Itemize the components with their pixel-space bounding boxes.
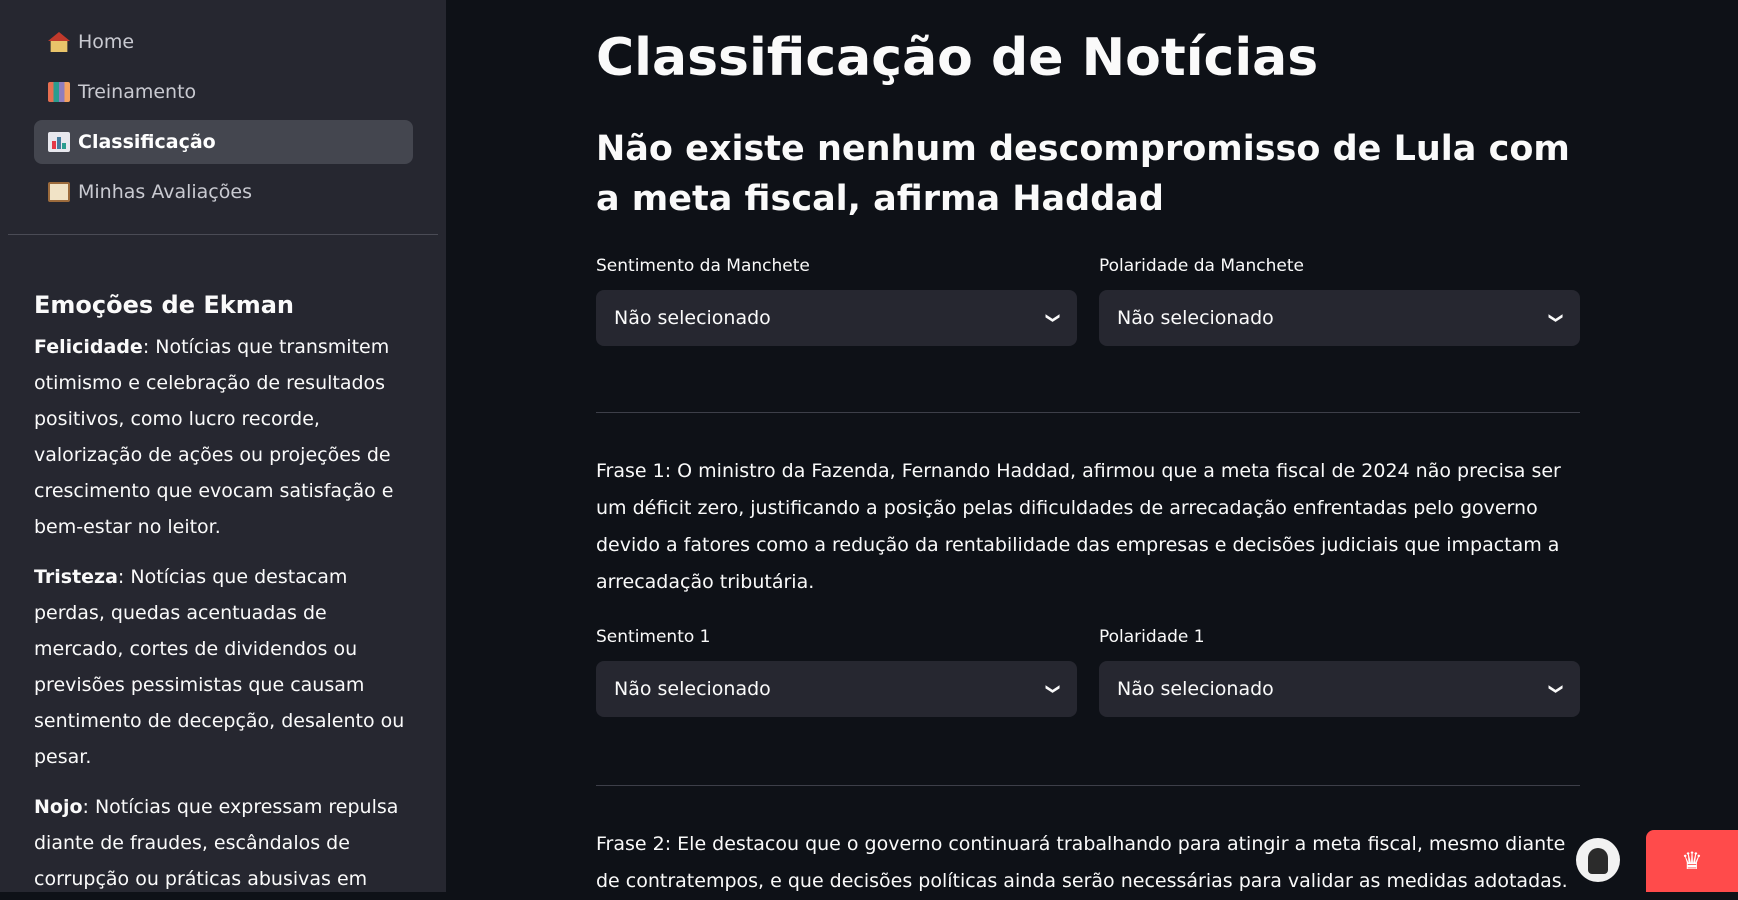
books-icon — [48, 82, 70, 102]
select-value: Não selecionado — [1117, 678, 1274, 700]
avatar[interactable] — [1576, 838, 1620, 882]
field-label: Polaridade 1 — [1099, 627, 1205, 647]
field-label: Sentimento 1 — [596, 627, 711, 647]
sidebar-item-label: Classificação — [78, 131, 216, 153]
sidebar-item-label: Home — [78, 31, 135, 53]
headline-fields-row: Sentimento da Manchete Não selecionado ❯… — [596, 254, 1580, 346]
headline-sentiment-select[interactable]: Não selecionado ❯ — [596, 290, 1077, 346]
select-value: Não selecionado — [614, 678, 771, 700]
house-icon — [48, 32, 70, 52]
bar-chart-icon — [48, 132, 70, 152]
sentence-polarity-field: Polaridade 1 Não selecionado ❯ — [1099, 625, 1580, 717]
emotion-term: Nojo — [34, 796, 83, 818]
deploy-button[interactable]: ♛ — [1646, 830, 1738, 892]
emotion-description: Felicidade: Notícias que transmitem otim… — [34, 329, 412, 545]
emotion-description: Tristeza: Notícias que destacam perdas, … — [34, 559, 412, 775]
select-value: Não selecionado — [614, 307, 771, 329]
sentence-text: Frase 2: Ele destacou que o governo cont… — [596, 833, 1568, 892]
field-label: Sentimento da Manchete — [596, 256, 810, 276]
emotions-section-title: Emoções de Ekman — [34, 291, 294, 319]
sentence-sentiment-field: Sentimento 1 Não selecionado ❯ — [596, 625, 1077, 717]
select-value: Não selecionado — [1117, 307, 1274, 329]
chevron-down-icon: ❯ — [1548, 683, 1565, 695]
main-content: Classificação de Notícias Não existe nen… — [596, 0, 1580, 900]
field-label: Polaridade da Manchete — [1099, 256, 1304, 276]
emotion-text: : Notícias que transmitem otimismo e cel… — [34, 336, 394, 538]
headline-polarity-select[interactable]: Não selecionado ❯ — [1099, 290, 1580, 346]
headline-sentiment-field: Sentimento da Manchete Não selecionado ❯ — [596, 254, 1077, 346]
section-divider — [596, 412, 1580, 413]
emotion-term: Felicidade — [34, 336, 143, 358]
sidebar-item-treinamento[interactable]: Treinamento — [34, 70, 413, 114]
sentence-text: Frase 1: O ministro da Fazenda, Fernando… — [596, 460, 1561, 593]
sentence-fields-row: Sentimento 1 Não selecionado ❯ Polaridad… — [596, 625, 1580, 717]
crown-icon: ♛ — [1681, 847, 1703, 875]
sentence-sentiment-select[interactable]: Não selecionado ❯ — [596, 661, 1077, 717]
clipboard-icon — [48, 182, 70, 202]
chevron-down-icon: ❯ — [1045, 683, 1062, 695]
sidebar-nav: Home Treinamento Classificação Minhas Av… — [0, 0, 446, 214]
page-title: Classificação de Notícias — [596, 28, 1319, 88]
chevron-down-icon: ❯ — [1045, 312, 1062, 324]
sidebar-item-label: Treinamento — [78, 81, 197, 103]
sidebar-item-minhas-avaliacoes[interactable]: Minhas Avaliações — [34, 170, 413, 214]
sidebar-item-home[interactable]: Home — [34, 20, 413, 64]
sidebar-item-label: Minhas Avaliações — [78, 181, 252, 203]
emotion-description: Nojo: Notícias que expressam repulsa dia… — [34, 789, 412, 892]
sidebar: Home Treinamento Classificação Minhas Av… — [0, 0, 446, 892]
news-headline: Não existe nenhum descompromisso de Lula… — [596, 129, 1570, 219]
sidebar-item-classificacao[interactable]: Classificação — [34, 120, 413, 164]
sidebar-divider — [8, 234, 438, 235]
section-divider — [596, 785, 1580, 786]
emotion-text: : Notícias que expressam repulsa diante … — [34, 796, 399, 890]
emotion-term: Tristeza — [34, 566, 118, 588]
sentence-polarity-select[interactable]: Não selecionado ❯ — [1099, 661, 1580, 717]
chevron-down-icon: ❯ — [1548, 312, 1565, 324]
emotion-text: : Notícias que destacam perdas, quedas a… — [34, 566, 405, 768]
headline-polarity-field: Polaridade da Manchete Não selecionado ❯ — [1099, 254, 1580, 346]
